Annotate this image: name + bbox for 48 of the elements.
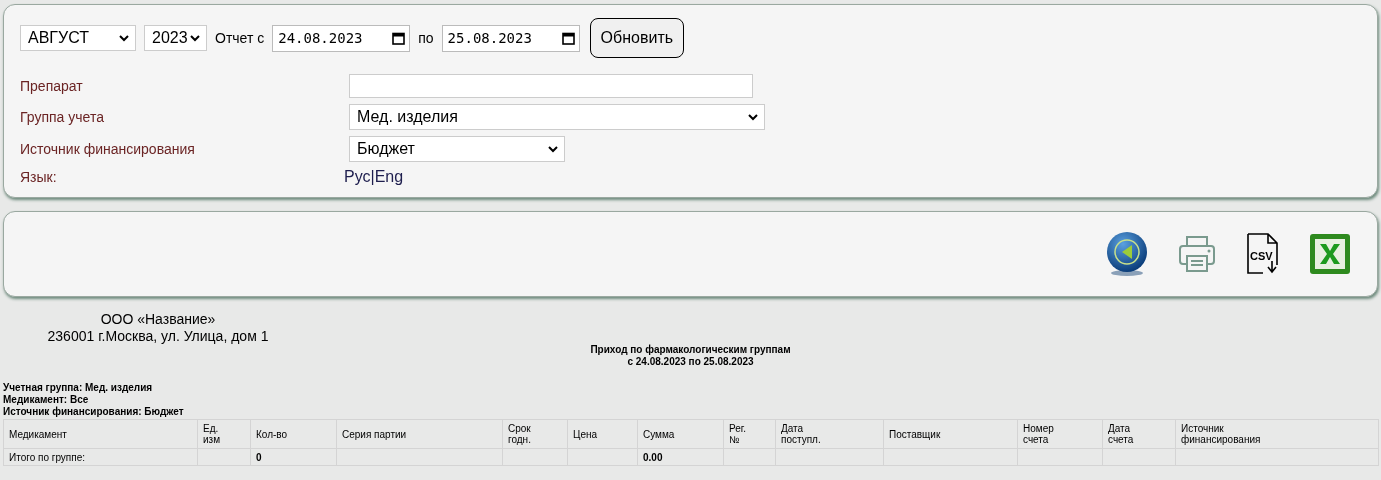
- field-label: Группа учета: [20, 109, 105, 125]
- report-title: Приход по фармакологическим группам: [589, 344, 792, 356]
- report-parameter: Источник финансирования: Бюджет: [3, 406, 185, 418]
- report-parameter: Учетная группа: Мед. изделия: [3, 382, 154, 394]
- column-header: Кол-во: [250, 419, 337, 449]
- table-cell: 0.00: [637, 448, 724, 466]
- table-cell: Итого по группе:: [3, 448, 198, 466]
- text-field[interactable]: [349, 74, 753, 98]
- calendar-icon[interactable]: [561, 31, 575, 45]
- column-header: Медикамент: [3, 419, 198, 449]
- dropdown-field[interactable]: Мед. изделия: [349, 104, 765, 130]
- date-to-label: по: [418, 30, 434, 46]
- calendar-icon[interactable]: [392, 31, 406, 45]
- date-field[interactable]: 24.08.2023: [272, 24, 411, 52]
- date-field[interactable]: 25.08.2023: [441, 24, 580, 52]
- column-header: Номер счета: [1017, 419, 1103, 449]
- caret-icon: [548, 145, 558, 153]
- dropdown-field[interactable]: Бюджет: [349, 136, 565, 162]
- year-select[interactable]: 2023: [144, 25, 207, 51]
- field-label: Препарат: [20, 78, 84, 94]
- column-header: Сумма: [637, 419, 724, 449]
- language-link[interactable]: Рус: [344, 168, 371, 185]
- column-header: Дата поступл.: [775, 419, 884, 449]
- column-header: Рег. №: [723, 419, 776, 449]
- caret-icon: [119, 34, 129, 42]
- report-parameter: Медикамент: Все: [3, 394, 90, 406]
- excel-icon[interactable]: [1309, 233, 1351, 275]
- column-header: Поставщик: [883, 419, 1018, 449]
- column-header: Источник финансирования: [1175, 419, 1379, 449]
- report-title: с 24.08.2023 по 25.08.2023: [626, 356, 755, 368]
- organization-name: ООО «Название»: [99, 311, 217, 328]
- column-header: Срок годн.: [502, 419, 568, 449]
- organization-address: 236001 г.Москва, ул. Улица, дом 1: [46, 328, 270, 345]
- column-header: Дата счета: [1102, 419, 1176, 449]
- date-from-label: Отчет с: [215, 30, 265, 46]
- column-header: Серия партии: [336, 419, 503, 449]
- caret-icon: [190, 34, 200, 42]
- month-select[interactable]: АВГУСТ: [20, 25, 136, 51]
- column-header: Цена: [567, 419, 638, 449]
- field-label: Язык:: [20, 169, 58, 185]
- language-link[interactable]: Eng: [374, 168, 404, 185]
- printer-icon[interactable]: [1177, 234, 1217, 274]
- field-label: Источник финансирования: [20, 141, 196, 157]
- table-cell: 0: [250, 448, 337, 466]
- caret-icon: [748, 113, 758, 121]
- separator: |: [370, 168, 375, 185]
- column-header: Ед. изм: [197, 419, 251, 449]
- refresh-button[interactable]: Обновить: [589, 18, 685, 58]
